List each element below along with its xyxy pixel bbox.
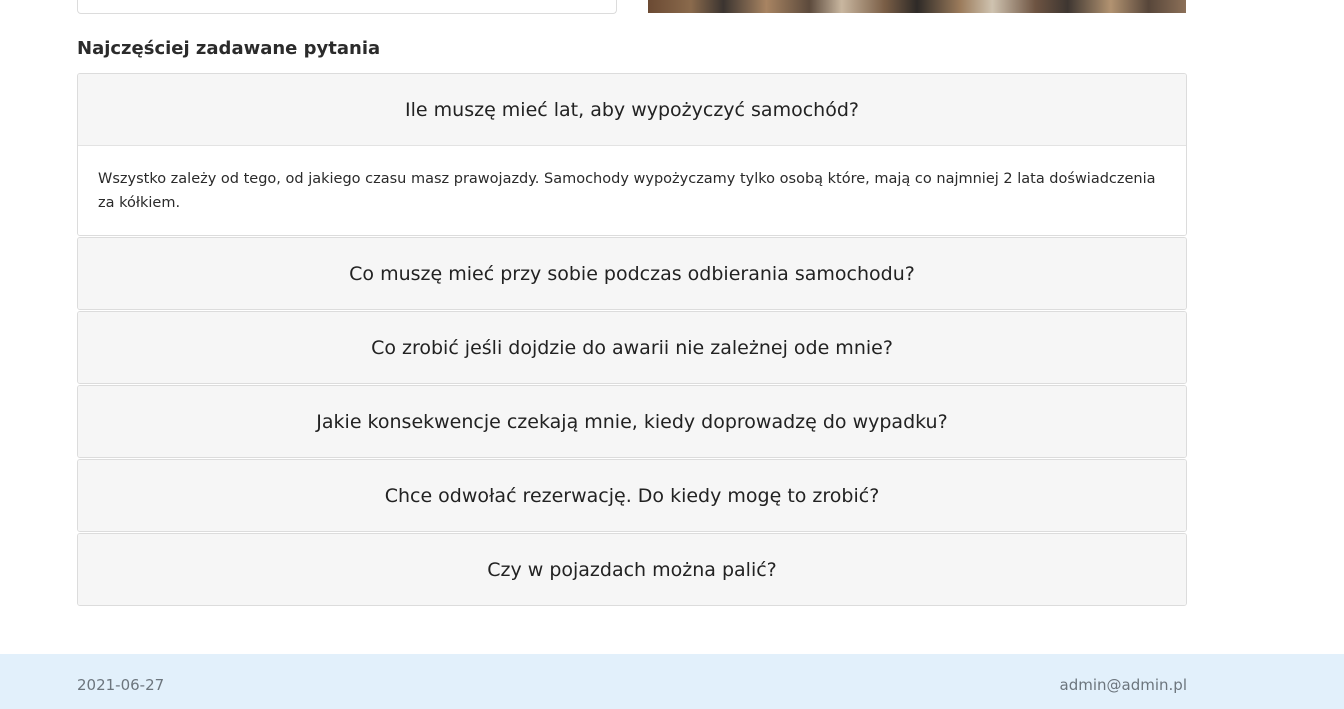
faq-question-button[interactable]: Chce odwołać rezerwację. Do kiedy mogę t… [78, 460, 1186, 531]
faq-item: Jakie konsekwencje czekają mnie, kiedy d… [77, 385, 1187, 458]
footer-date: 2021-06-27 [77, 676, 165, 694]
top-content-row [77, 0, 1187, 14]
faq-item: Ile muszę mieć lat, aby wypożyczyć samoc… [77, 73, 1187, 236]
content-card [77, 0, 617, 14]
faq-item: Co zrobić jeśli dojdzie do awarii nie za… [77, 311, 1187, 384]
faq-question-button[interactable]: Ile muszę mieć lat, aby wypożyczyć samoc… [78, 74, 1186, 146]
faq-question-button[interactable]: Czy w pojazdach można palić? [78, 534, 1186, 605]
footer: 2021-06-27 admin@admin.pl [0, 654, 1344, 709]
faq-question-button[interactable]: Co zrobić jeśli dojdzie do awarii nie za… [78, 312, 1186, 383]
faq-answer: Wszystko zależy od tego, od jakiego czas… [78, 146, 1186, 235]
faq-item: Czy w pojazdach można palić? [77, 533, 1187, 606]
faq-accordion: Ile muszę mieć lat, aby wypożyczyć samoc… [77, 73, 1187, 607]
faq-heading: Najczęściej zadawane pytania [77, 38, 381, 59]
page: Najczęściej zadawane pytania Ile muszę m… [0, 0, 1344, 709]
footer-email: admin@admin.pl [1059, 676, 1187, 694]
faq-item: Chce odwołać rezerwację. Do kiedy mogę t… [77, 459, 1187, 532]
city-photo [648, 0, 1186, 13]
faq-question-button[interactable]: Co muszę mieć przy sobie podczas odbiera… [78, 238, 1186, 309]
faq-question-button[interactable]: Jakie konsekwencje czekają mnie, kiedy d… [78, 386, 1186, 457]
faq-item: Co muszę mieć przy sobie podczas odbiera… [77, 237, 1187, 310]
